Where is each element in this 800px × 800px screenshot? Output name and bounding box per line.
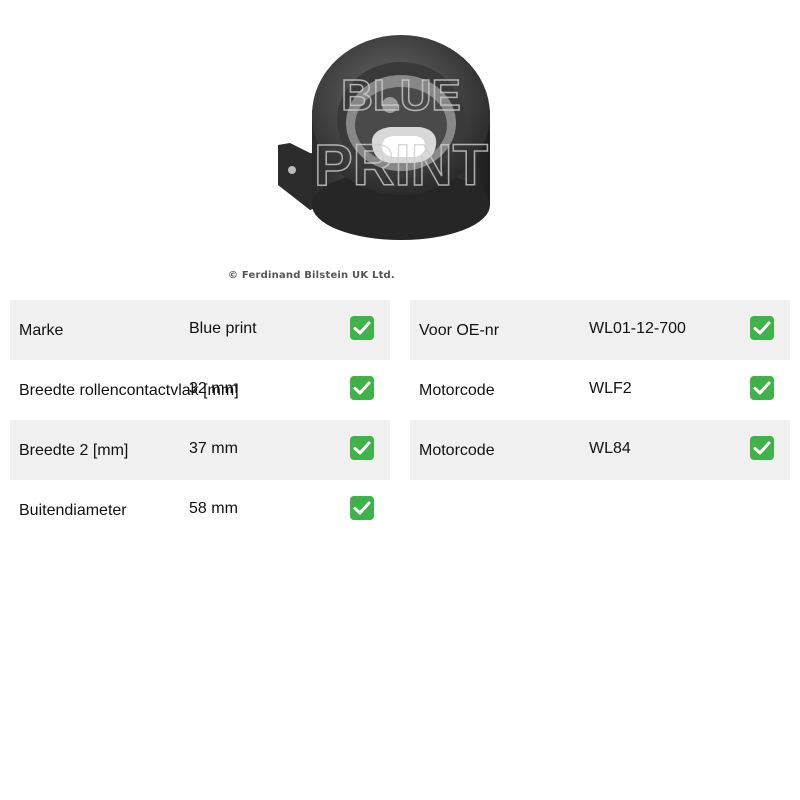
spec-row-marke: Marke Blue print xyxy=(10,300,390,360)
check-icon xyxy=(350,496,374,520)
spec-row-buitendiameter: Buitendiameter 58 mm xyxy=(10,480,390,540)
check-icon xyxy=(350,436,374,460)
spec-row-breedte-2: Breedte 2 [mm] 37 mm xyxy=(10,420,390,480)
product-image-tensioner-pulley: BLUE PRINT xyxy=(270,35,500,250)
image-copyright: © Ferdinand Bilstein UK Ltd. xyxy=(228,270,395,281)
product-detail-page: BLUE PRINT © Ferdinand Bilstein UK Ltd. … xyxy=(0,0,800,800)
spec-label: Marke xyxy=(19,322,64,339)
tensioner-pulley-illustration: BLUE PRINT xyxy=(278,35,490,240)
spec-label: Breedte 2 [mm] xyxy=(19,442,129,459)
spec-value: WL01-12-700 xyxy=(589,320,686,337)
spec-value: WL84 xyxy=(589,440,631,457)
spec-row-motorcode-1: Motorcode WLF2 xyxy=(410,360,790,420)
spec-label: Motorcode xyxy=(419,442,495,459)
check-icon xyxy=(750,316,774,340)
spec-value: 32 mm xyxy=(189,380,238,397)
spec-table-left: Marke Blue print Breedte rollencontactvl… xyxy=(10,300,390,540)
spec-value: 37 mm xyxy=(189,440,238,457)
spec-label: Motorcode xyxy=(419,382,495,399)
watermark-line-1: BLUE xyxy=(341,71,461,120)
check-icon xyxy=(750,436,774,460)
spec-value: WLF2 xyxy=(589,380,632,397)
spec-value: 58 mm xyxy=(189,500,238,517)
spec-label: Voor OE-nr xyxy=(419,322,500,339)
spec-row-voor-oe-nr: Voor OE-nr WL01-12-700 xyxy=(410,300,790,360)
spec-row-motorcode-2: Motorcode WL84 xyxy=(410,420,790,480)
spec-value: Blue print xyxy=(189,320,257,337)
spec-label: Buitendiameter xyxy=(19,502,127,519)
check-icon xyxy=(350,376,374,400)
spec-table-right: Voor OE-nr WL01-12-700 Motorcode WLF2 Mo… xyxy=(410,300,790,480)
watermark-line-2: PRINT xyxy=(314,133,488,198)
spec-row-breedte-rollencontactvlak: Breedte rollencontactvlak [mm] 32 mm xyxy=(10,360,390,420)
check-icon xyxy=(750,376,774,400)
check-icon xyxy=(350,316,374,340)
